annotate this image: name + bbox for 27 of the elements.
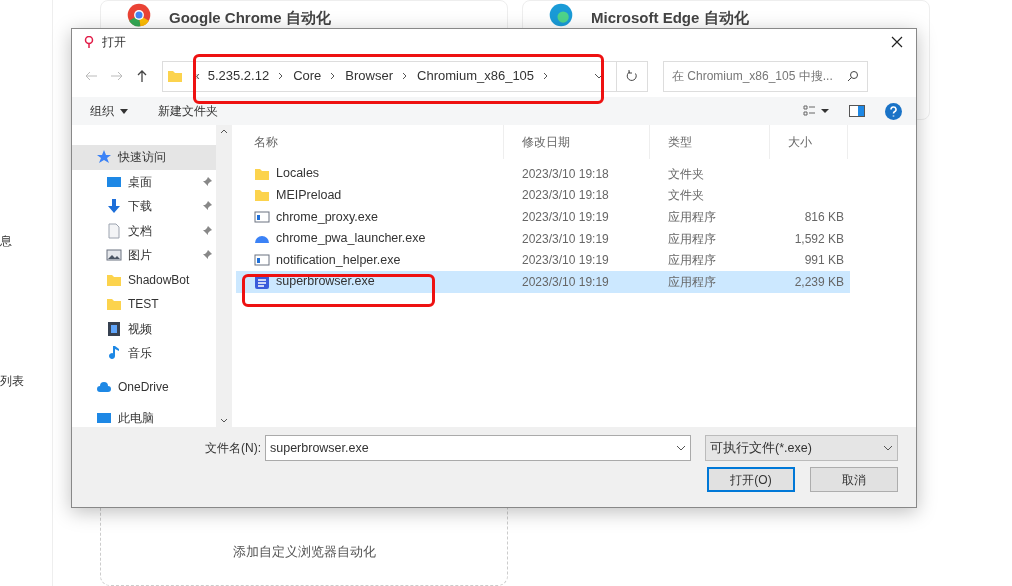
filename-label: 文件名(N): [205, 440, 261, 457]
file-name: notification_helper.exe [276, 251, 401, 269]
file-size: 1,592 KB [794, 230, 844, 248]
file-size: 991 KB [804, 252, 844, 270]
file-date: 2023/3/10 19:18 [521, 187, 610, 205]
file-size: 2,239 KB [794, 273, 844, 291]
file-date: 2023/3/10 19:19 [521, 252, 610, 270]
card-title: Microsoft Edge 自动化 [591, 9, 749, 27]
window-title: 打开 [102, 34, 126, 51]
file-name: chrome_pwa_launcher.exe [276, 230, 426, 248]
file-name: superbrowser.exe [276, 273, 375, 291]
file-type: 应用程序 [667, 209, 717, 226]
card-title: Google Chrome 自动化 [169, 9, 331, 27]
file-type: 应用程序 [667, 252, 717, 270]
file-date: 2023/3/10 19:18 [521, 165, 610, 183]
file-date: 2023/3/10 19:19 [521, 209, 610, 226]
file-name: MEIPreload [276, 187, 342, 204]
file-type: 文件夹 [667, 187, 705, 205]
file-type: 应用程序 [667, 273, 717, 291]
file-type: 应用程序 [667, 230, 717, 248]
file-date: 2023/3/10 19:19 [521, 230, 610, 248]
file-date: 2023/3/10 19:19 [521, 273, 610, 291]
search-placeholder: 在 Chromium_x86_105 中搜... [672, 68, 833, 85]
file-type: 文件夹 [667, 165, 705, 183]
file-name: chrome_proxy.exe [276, 208, 378, 226]
file-name: Locales [276, 165, 320, 183]
file-size: 816 KB [804, 209, 844, 226]
